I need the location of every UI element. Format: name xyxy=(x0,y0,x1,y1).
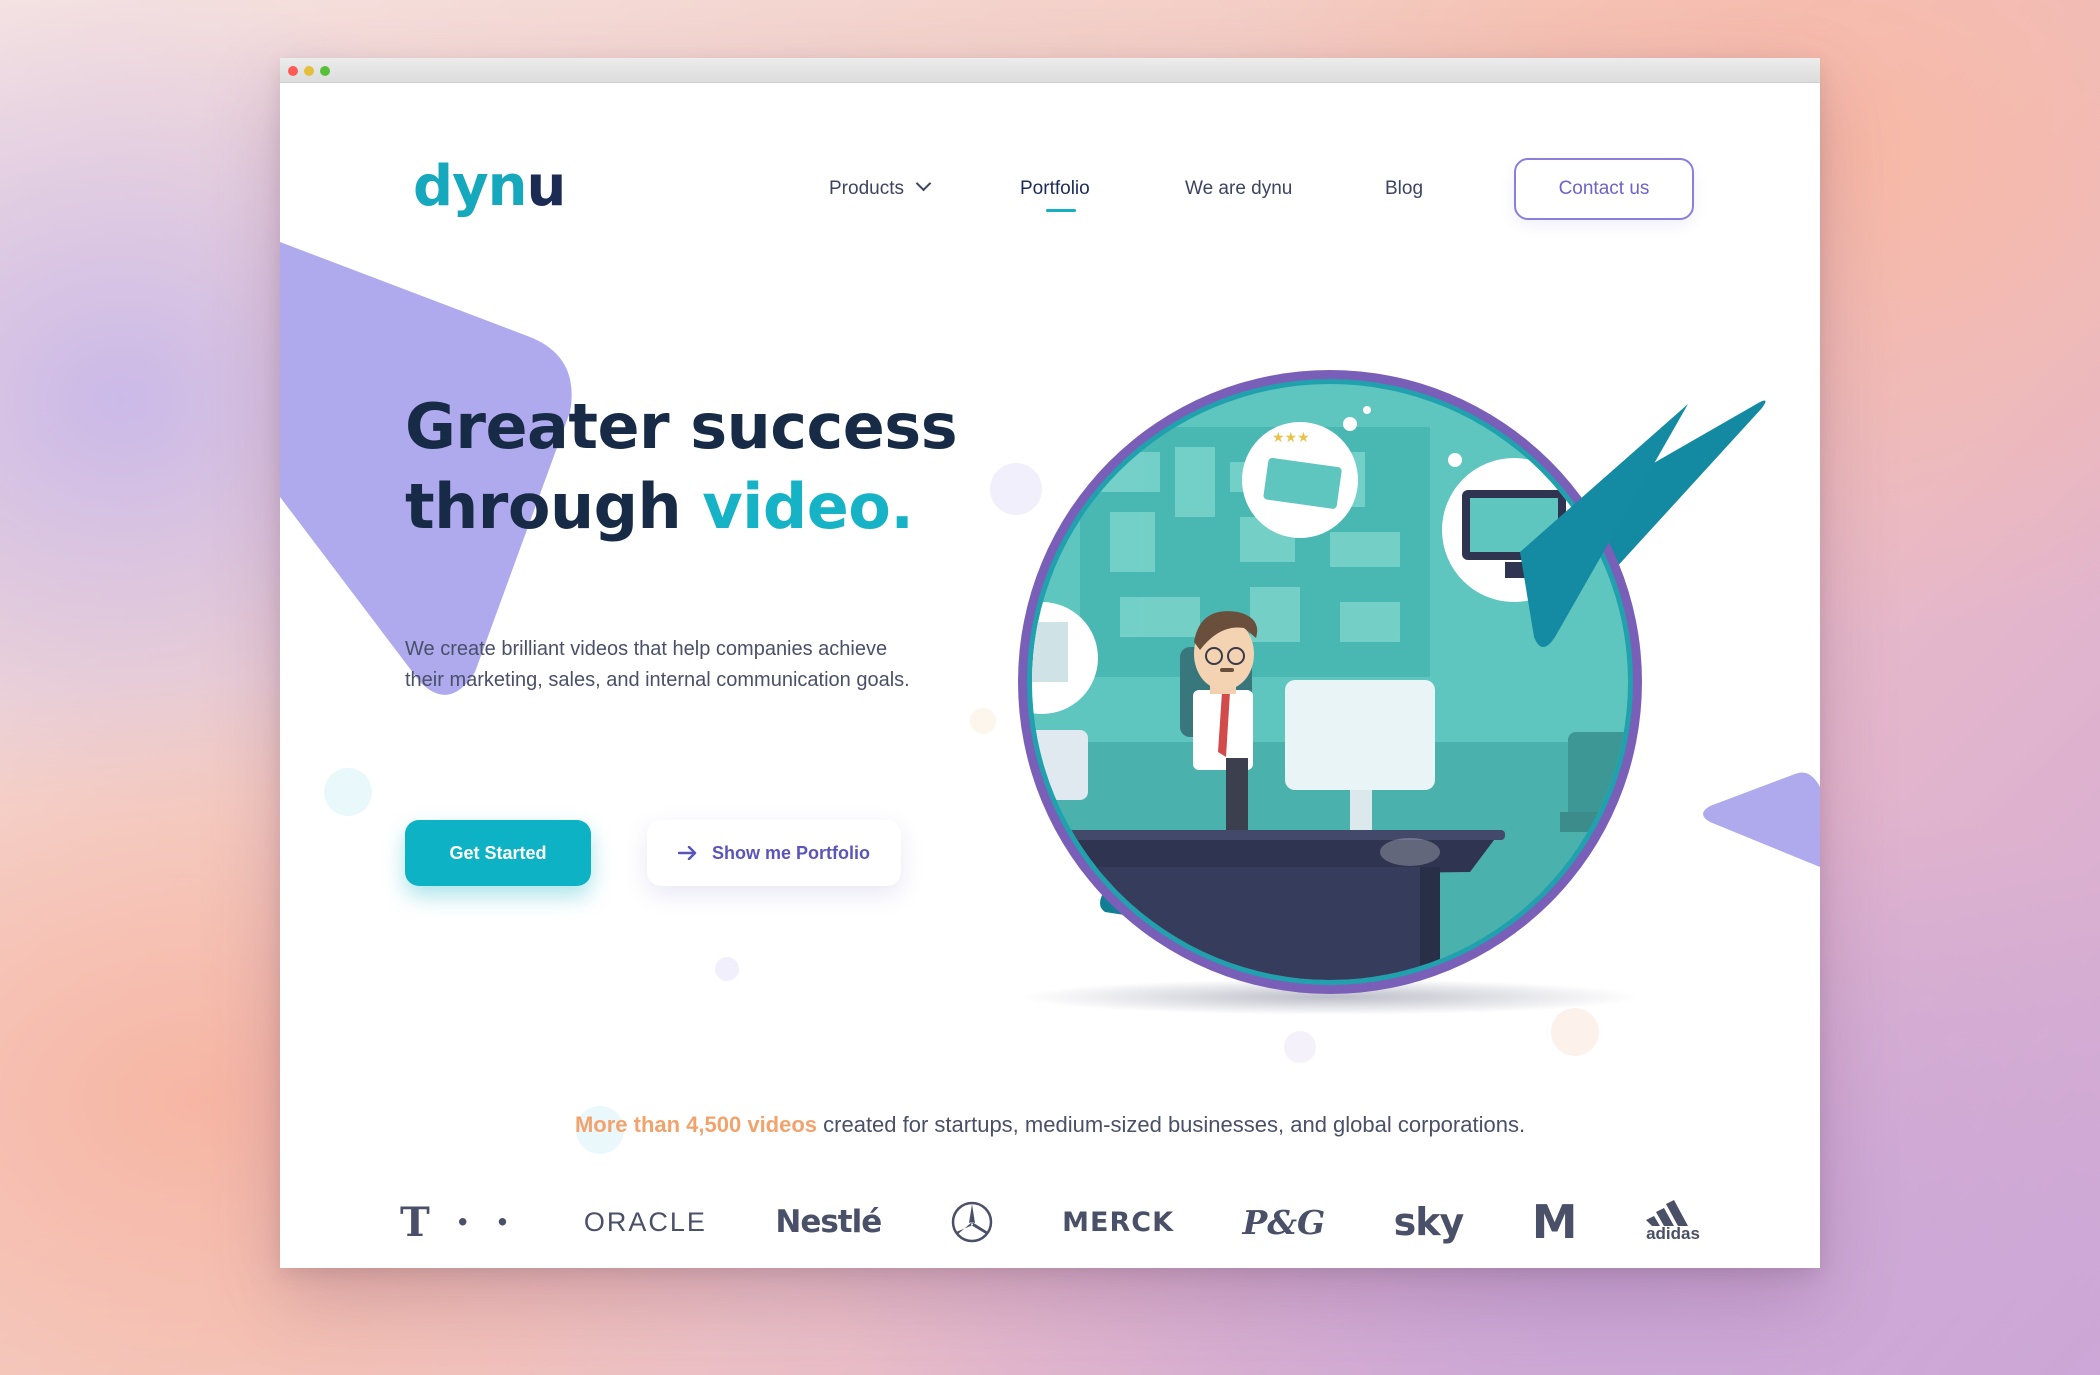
nav-products-label: Products xyxy=(829,178,904,199)
hero-subtext: We create brilliant videos that help com… xyxy=(405,638,910,691)
browser-window: dynu Products Portfolio We are dynu Blog… xyxy=(280,58,1820,1268)
nav-we-are-dynu[interactable]: We are dynu xyxy=(1185,178,1292,200)
nav-products[interactable]: Products xyxy=(829,175,932,200)
logo-text: dyn xyxy=(413,154,527,219)
client-logos-row: T · · ORACLE Nestlé MERCK P&G sky M adid… xyxy=(400,1192,1700,1252)
tagline-rest: created for startups, medium-sized busin… xyxy=(817,1112,1526,1137)
nav-blog[interactable]: Blog xyxy=(1385,178,1423,200)
headline-line-2: through xyxy=(405,470,703,543)
chevron-down-icon xyxy=(915,175,932,192)
show-portfolio-label: Show me Portfolio xyxy=(711,842,870,863)
window-titlebar xyxy=(280,58,1820,83)
close-window-icon[interactable] xyxy=(288,66,298,76)
headline-accent: video. xyxy=(702,470,914,543)
page-content: dynu Products Portfolio We are dynu Blog… xyxy=(280,82,1820,1268)
telekom-logo: T · · xyxy=(400,1198,516,1246)
minimize-window-icon[interactable] xyxy=(304,66,314,76)
nav-active-indicator xyxy=(1046,209,1076,212)
mercedes-logo xyxy=(951,1201,992,1243)
headline-line-1: Greater success xyxy=(405,390,958,463)
merck-logo: MERCK xyxy=(1062,1206,1174,1238)
hero-headline: Greater success through video. xyxy=(405,387,1025,547)
clients-tagline: More than 4,500 videos created for start… xyxy=(280,1112,1820,1138)
hero-illustration: ★★★ xyxy=(1018,370,1766,1015)
contact-us-button[interactable]: Contact us xyxy=(1514,158,1694,220)
adidas-stripes-icon xyxy=(1646,1200,1688,1226)
dynu-logo[interactable]: dynu xyxy=(413,154,566,219)
maximize-window-icon[interactable] xyxy=(320,66,330,76)
show-portfolio-button[interactable]: Show me Portfolio xyxy=(647,820,901,886)
logo-text-tail: u xyxy=(526,154,566,219)
svg-text:★★★: ★★★ xyxy=(1272,430,1310,446)
adidas-logo: adidas xyxy=(1646,1200,1700,1244)
get-started-button[interactable]: Get Started xyxy=(405,820,591,886)
mcdonalds-logo: M xyxy=(1531,1195,1578,1249)
oracle-logo: ORACLE xyxy=(583,1206,707,1237)
arrow-right-icon xyxy=(677,846,697,860)
pg-logo: P&G xyxy=(1242,1202,1326,1242)
nestle-logo: Nestlé xyxy=(775,1204,882,1240)
adidas-wordmark: adidas xyxy=(1646,1224,1700,1243)
tagline-highlight: More than 4,500 videos xyxy=(574,1112,818,1137)
nav-portfolio[interactable]: Portfolio xyxy=(1020,178,1090,200)
sky-logo: sky xyxy=(1393,1200,1465,1244)
